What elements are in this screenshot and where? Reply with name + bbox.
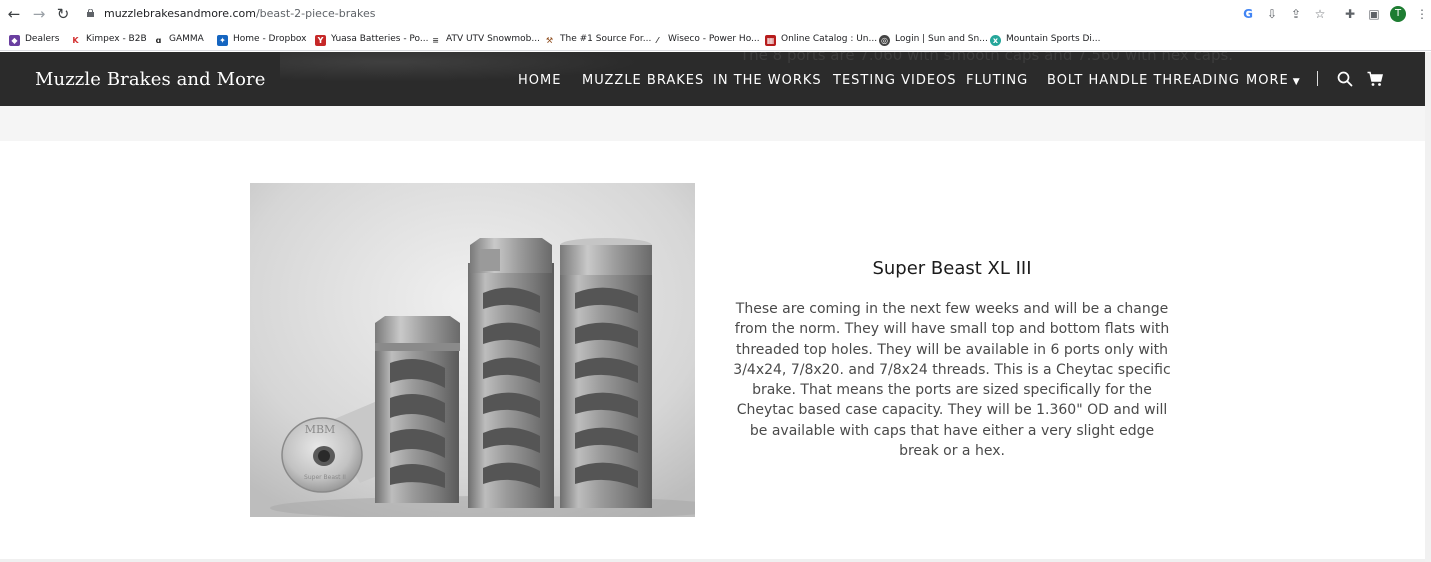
catalog-icon: ▦: [765, 35, 776, 46]
browser-toolbar: ← → ↻ muzzlebrakesandmore.com/beast-2-pi…: [0, 0, 1431, 28]
install-icon[interactable]: ⇩: [1264, 6, 1280, 22]
forward-arrow-icon[interactable]: →: [30, 5, 48, 23]
source-icon: ⚒: [544, 35, 555, 46]
bookmark-dealers[interactable]: ◆ Dealers: [9, 32, 59, 46]
nav-more[interactable]: MORE ▼: [1246, 73, 1301, 88]
nav-testing-videos[interactable]: TESTING VIDEOS: [833, 73, 957, 88]
bookmarks-bar: ◆ Dealers K Kimpex - B2B ɑ GAMMA ✦ Home - Dr…: [0, 28, 1431, 51]
kimpex-icon: K: [70, 35, 81, 46]
google-icon[interactable]: G: [1240, 6, 1256, 22]
bookmark-source[interactable]: ⚒ The #1 Source For...: [544, 32, 651, 46]
wiseco-icon: ⁄: [652, 35, 663, 46]
bookmark-wiseco[interactable]: ⁄ Wiseco - Power Ho...: [652, 32, 760, 46]
globe-icon: ◎: [879, 35, 890, 46]
nav-bolt-handle-threading[interactable]: BOLT HANDLE THREADING: [1047, 73, 1240, 88]
site-header: The 8 ports are 7.060 with smooth caps a…: [0, 52, 1425, 106]
brake-tall-hex: [468, 238, 554, 508]
nav-separator: [1317, 71, 1318, 86]
bookmark-dropbox[interactable]: ✦ Home - Dropbox: [217, 32, 306, 46]
star-icon[interactable]: ☆: [1312, 6, 1328, 22]
lock-icon: [87, 9, 94, 17]
bookmark-atv[interactable]: ≡ ATV UTV Snowmob...: [430, 32, 540, 46]
bookmark-yuasa[interactable]: Y Yuasa Batteries - Po...: [315, 32, 428, 46]
nav-home[interactable]: HOME: [518, 73, 561, 88]
brake-short-hex: [375, 316, 460, 503]
product-title: Super Beast XL III: [872, 258, 1032, 279]
cart-icon[interactable]: [1367, 71, 1383, 87]
sidepanel-icon[interactable]: ▣: [1366, 6, 1382, 22]
section-divider-band: [0, 106, 1425, 141]
nav-muzzle-brakes[interactable]: MUZZLE BRAKES: [582, 73, 704, 88]
bookmark-kimpex[interactable]: K Kimpex - B2B: [70, 32, 147, 46]
kebab-menu-icon[interactable]: ⋮: [1414, 6, 1430, 22]
cap-engraving: MBM: [305, 423, 336, 436]
url-host: muzzlebrakesandmore.com: [104, 7, 256, 20]
page-scrollbar[interactable]: [1425, 52, 1431, 562]
product-description: These are coming in the next few weeks a…: [733, 301, 1171, 460]
bookmark-mountain[interactable]: x Mountain Sports Di...: [990, 32, 1101, 46]
bookmark-catalog[interactable]: ▦ Online Catalog : Un...: [765, 32, 877, 46]
atv-icon: ≡: [430, 35, 441, 46]
cap-subengraving: Super Beast II: [304, 474, 346, 481]
nav-fluting[interactable]: FLUTING: [966, 73, 1028, 88]
brake-tall-smooth: [560, 238, 652, 508]
url-path: /beast-2-piece-brakes: [255, 7, 376, 20]
dealers-icon: ◆: [9, 35, 20, 46]
caret-down-icon: ▼: [1292, 77, 1301, 87]
site-brand-link[interactable]: Muzzle Brakes and More: [35, 69, 266, 90]
bookmark-sunandsnow[interactable]: ◎ Login | Sun and Sn...: [879, 32, 988, 46]
profile-avatar[interactable]: T: [1390, 6, 1406, 22]
address-bar[interactable]: muzzlebrakesandmore.com/beast-2-piece-br…: [104, 5, 1284, 23]
mountain-icon: x: [990, 35, 1001, 46]
gamma-icon: ɑ: [153, 35, 164, 46]
product-photo: MBM Super Beast II: [250, 183, 695, 517]
back-arrow-icon[interactable]: ←: [5, 5, 23, 23]
share-icon[interactable]: ⇪: [1288, 6, 1304, 22]
search-icon[interactable]: [1337, 71, 1353, 87]
nav-in-the-works[interactable]: IN THE WORKS: [713, 73, 822, 88]
yuasa-icon: Y: [315, 35, 326, 46]
header-background-text: The 8 ports are 7.060 with smooth caps a…: [740, 52, 1234, 64]
bookmark-gamma[interactable]: ɑ GAMMA: [153, 32, 204, 46]
extensions-icon[interactable]: ✚: [1342, 6, 1358, 22]
dropbox-icon: ✦: [217, 35, 228, 46]
reload-icon[interactable]: ↻: [54, 5, 72, 23]
